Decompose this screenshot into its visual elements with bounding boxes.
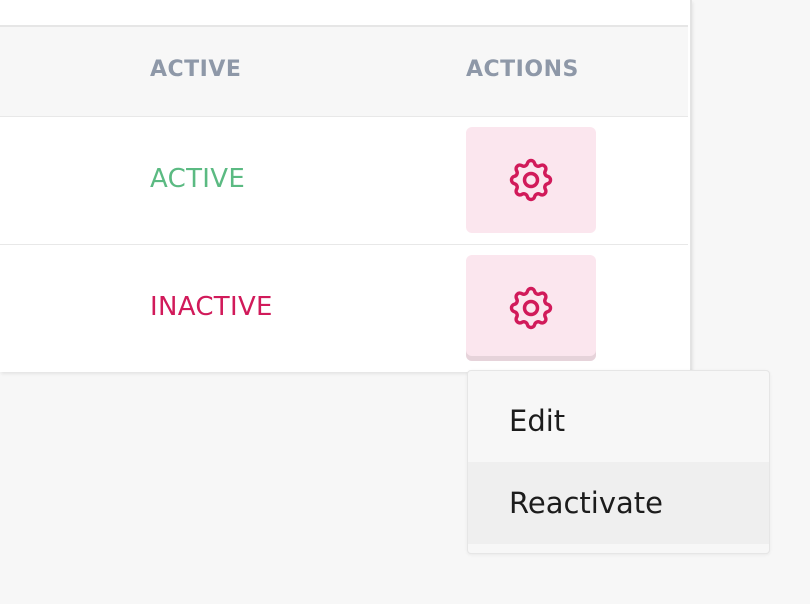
row-actions-menu: Edit Reactivate	[467, 370, 770, 554]
users-table: ACTIVE ACTIONS ACTIVE INACTIVE	[0, 0, 692, 372]
menu-item-reactivate[interactable]: Reactivate	[468, 462, 769, 544]
table-row: ACTIVE	[0, 117, 688, 245]
gear-icon	[505, 282, 557, 334]
row-actions-button[interactable]	[466, 255, 596, 361]
row-actions-button[interactable]	[466, 127, 596, 233]
table-top-strip	[0, 0, 688, 27]
column-header-actions: ACTIONS	[466, 57, 579, 82]
table-header-row: ACTIVE ACTIONS	[0, 27, 688, 117]
status-badge: ACTIVE	[150, 164, 246, 194]
page: ACTIVE ACTIONS ACTIVE INACTIVE Edit Reac…	[0, 0, 810, 604]
gear-icon	[505, 154, 557, 206]
column-header-active: ACTIVE	[150, 57, 242, 82]
status-badge: INACTIVE	[150, 292, 273, 322]
table-row: INACTIVE	[0, 245, 688, 372]
menu-item-edit[interactable]: Edit	[468, 380, 769, 462]
